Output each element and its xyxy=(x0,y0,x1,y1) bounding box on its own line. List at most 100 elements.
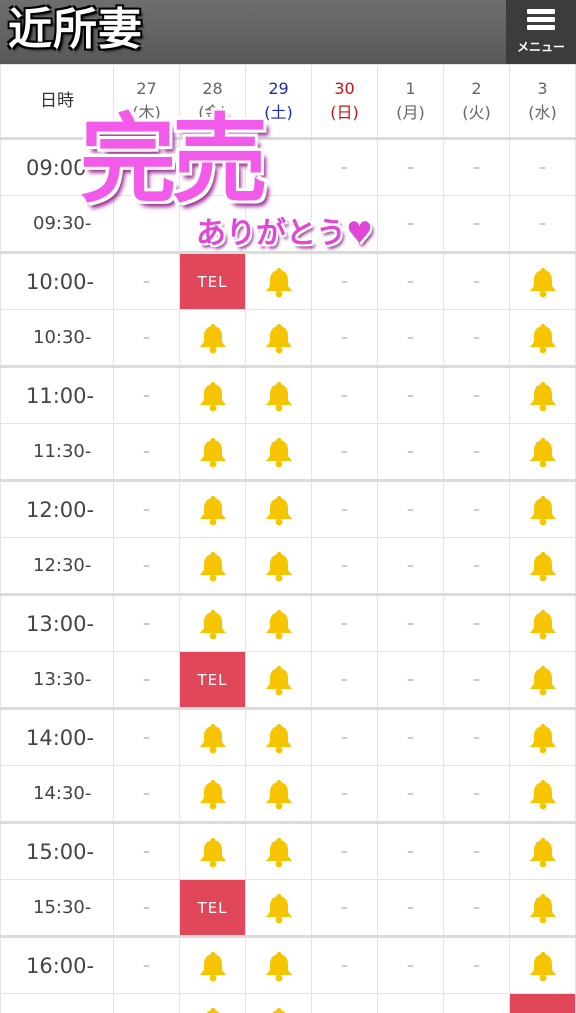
available-slot[interactable] xyxy=(179,821,246,880)
schedule-row: 13:30- – TEL – – – xyxy=(0,651,576,709)
tel-slot[interactable]: TEL xyxy=(179,251,246,310)
site-logo[interactable]: 近所妻 xyxy=(8,4,143,56)
time-slot-label: 15:30- xyxy=(0,879,114,937)
bell-icon xyxy=(529,381,556,411)
schedule-row: 16:00- – – – – xyxy=(0,935,576,994)
available-slot[interactable] xyxy=(179,537,246,595)
unavailable-slot: – xyxy=(311,651,378,709)
tel-slot[interactable]: TEL xyxy=(179,879,246,937)
day-date: 29 xyxy=(268,79,289,98)
available-slot[interactable] xyxy=(509,821,576,880)
day-weekday: (火) xyxy=(462,103,491,122)
unavailable-slot: – xyxy=(377,137,444,196)
bell-icon xyxy=(529,893,556,923)
available-slot[interactable] xyxy=(509,935,576,994)
unavailable-slot: – xyxy=(443,195,510,253)
bell-icon xyxy=(265,495,292,525)
available-slot[interactable] xyxy=(509,765,576,823)
unavailable-slot: – xyxy=(311,821,378,880)
unavailable-slot: – xyxy=(113,993,180,1013)
bell-icon xyxy=(265,437,292,467)
unavailable-slot xyxy=(113,137,180,196)
available-slot[interactable] xyxy=(509,423,576,481)
unavailable-slot: – xyxy=(311,879,378,937)
unavailable-slot: – xyxy=(443,365,510,424)
available-slot[interactable] xyxy=(245,365,312,424)
available-slot[interactable] xyxy=(179,309,246,367)
available-slot[interactable] xyxy=(179,993,246,1013)
unavailable-slot: – xyxy=(377,537,444,595)
available-slot[interactable] xyxy=(509,309,576,367)
unavailable-slot: – xyxy=(443,423,510,481)
unavailable-slot: – xyxy=(443,137,510,196)
schedule-row: 09:30- – – – xyxy=(0,195,576,253)
available-slot[interactable] xyxy=(179,935,246,994)
unavailable-slot xyxy=(245,137,312,196)
bell-icon xyxy=(265,381,292,411)
bell-icon xyxy=(529,495,556,525)
time-slot-label: 11:30- xyxy=(0,423,114,481)
day-date: 28 xyxy=(202,79,223,98)
bell-icon xyxy=(529,609,556,639)
available-slot[interactable] xyxy=(179,707,246,766)
available-slot[interactable] xyxy=(245,765,312,823)
tel-slot[interactable]: TEL xyxy=(509,993,576,1013)
available-slot[interactable] xyxy=(509,707,576,766)
available-slot[interactable] xyxy=(245,537,312,595)
schedule-row: 11:00- – – – – xyxy=(0,365,576,424)
available-slot[interactable] xyxy=(509,479,576,538)
bell-icon xyxy=(199,609,226,639)
unavailable-slot xyxy=(311,195,378,253)
bell-icon xyxy=(265,665,292,695)
unavailable-slot: – xyxy=(311,537,378,595)
day-date: 30 xyxy=(334,79,355,98)
available-slot[interactable] xyxy=(245,821,312,880)
available-slot[interactable] xyxy=(509,365,576,424)
available-slot[interactable] xyxy=(245,309,312,367)
schedule-row: 11:30- – – – – xyxy=(0,423,576,481)
unavailable-slot: – xyxy=(113,935,180,994)
available-slot[interactable] xyxy=(245,251,312,310)
menu-label: メニュー xyxy=(516,40,565,54)
available-slot[interactable] xyxy=(245,879,312,937)
available-slot[interactable] xyxy=(245,479,312,538)
available-slot[interactable] xyxy=(509,651,576,709)
hamburger-icon xyxy=(527,9,555,31)
available-slot[interactable] xyxy=(245,423,312,481)
schedule-row: 12:30- – – – – xyxy=(0,537,576,595)
available-slot[interactable] xyxy=(245,593,312,652)
available-slot[interactable] xyxy=(509,251,576,310)
available-slot[interactable] xyxy=(509,593,576,652)
unavailable-slot: – xyxy=(377,309,444,367)
unavailable-slot: – xyxy=(311,935,378,994)
unavailable-slot xyxy=(113,195,180,253)
bell-icon xyxy=(199,381,226,411)
time-slot-label: 09:30- xyxy=(0,195,114,253)
unavailable-slot: – xyxy=(443,593,510,652)
bell-icon xyxy=(265,779,292,809)
schedule-row: 09:00- – – – – xyxy=(0,137,576,196)
bell-icon xyxy=(199,323,226,353)
available-slot[interactable] xyxy=(245,707,312,766)
available-slot[interactable] xyxy=(179,365,246,424)
menu-button[interactable]: メニュー xyxy=(506,0,576,64)
available-slot[interactable] xyxy=(245,993,312,1013)
tel-slot[interactable]: TEL xyxy=(179,651,246,709)
schedule-row: 13:00- – – – – xyxy=(0,593,576,652)
available-slot[interactable] xyxy=(245,935,312,994)
available-slot[interactable] xyxy=(179,593,246,652)
available-slot[interactable] xyxy=(179,765,246,823)
schedule-row: 15:00- – – – – xyxy=(0,821,576,880)
unavailable-slot: – xyxy=(377,423,444,481)
unavailable-slot: – xyxy=(509,137,576,196)
available-slot[interactable] xyxy=(179,423,246,481)
unavailable-slot: – xyxy=(311,365,378,424)
available-slot[interactable] xyxy=(509,879,576,937)
unavailable-slot: – xyxy=(443,707,510,766)
available-slot[interactable] xyxy=(179,479,246,538)
time-slot-label: 16:30- xyxy=(0,993,114,1013)
available-slot[interactable] xyxy=(509,537,576,595)
available-slot[interactable] xyxy=(245,651,312,709)
day-column-header: 30 (日) xyxy=(311,64,378,139)
time-slot-label: 15:00- xyxy=(0,821,114,880)
